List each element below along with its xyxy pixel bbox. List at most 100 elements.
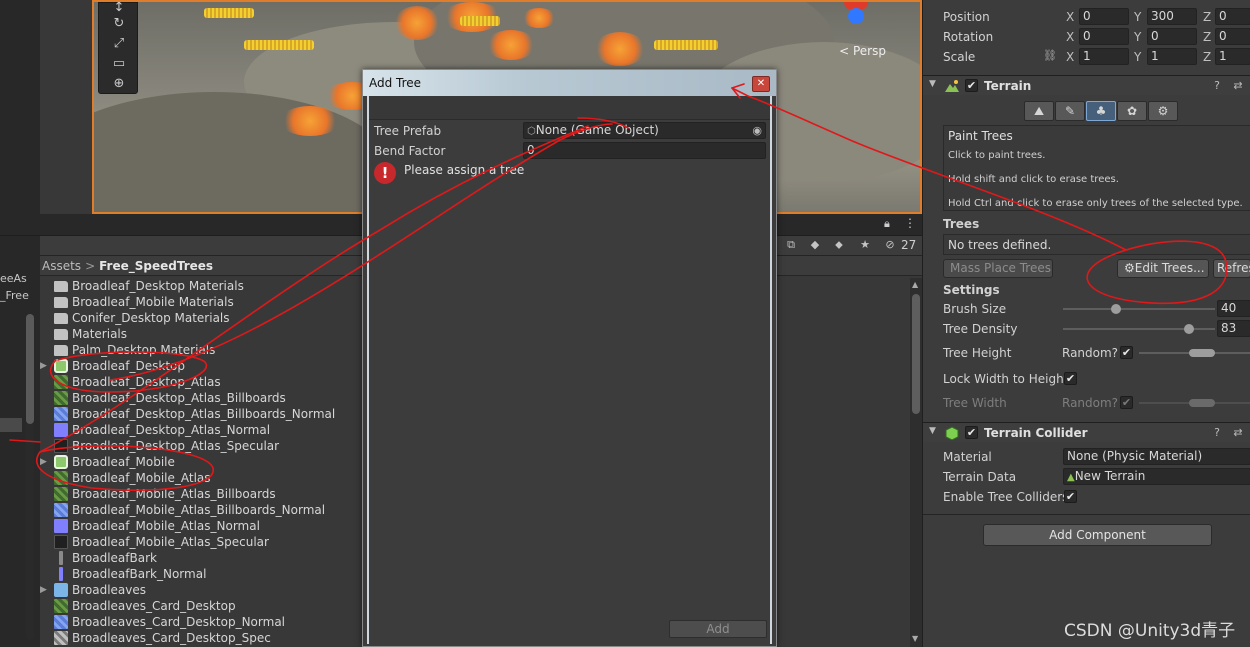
asset-name: Broadleaf_Mobile_Atlas_Billboards: [72, 487, 276, 501]
asset-name: Palm_Desktop Materials: [72, 343, 216, 357]
expand-arrow-icon[interactable]: ▶: [40, 454, 50, 470]
scroll-down-icon[interactable]: ▼: [912, 634, 918, 643]
filter-type-icon[interactable]: ◆: [808, 238, 822, 252]
asset-name: Broadleaf_Mobile_Atlas: [72, 471, 211, 485]
texture-icon: [59, 551, 63, 565]
rect-tool-icon[interactable]: ▭: [108, 55, 130, 73]
tree-width-random-label: Random?: [1062, 396, 1119, 410]
favorite-star-icon[interactable]: ★: [858, 238, 872, 252]
paint-details-tool[interactable]: ✿: [1117, 101, 1147, 121]
material-field[interactable]: None (Physic Material): [1063, 448, 1250, 465]
label-icon[interactable]: ⬥: [832, 238, 846, 252]
paint-trees-tool[interactable]: ♣: [1086, 101, 1116, 121]
breadcrumb-assets[interactable]: Assets: [42, 259, 81, 273]
paint-texture-tool[interactable]: ✎: [1055, 101, 1085, 121]
scroll-up-icon[interactable]: ▲: [912, 280, 918, 289]
trees-section-label: Trees: [943, 217, 980, 231]
scale-y-field[interactable]: 1: [1147, 48, 1197, 65]
scale-tool-icon[interactable]: ⤢: [108, 35, 130, 53]
hidden-packages-icon[interactable]: ⊘: [882, 238, 898, 252]
asset-name: BroadleafBark: [72, 551, 157, 565]
rotation-y-field[interactable]: 0: [1147, 28, 1197, 45]
terrain-component-header[interactable]: ▼ ✔ Terrain ? ⇄: [923, 75, 1250, 95]
folder-icon: [54, 297, 68, 308]
axis-y-label: Y: [1134, 10, 1142, 24]
transform-tool-icon[interactable]: ⊕: [108, 75, 130, 93]
scrollbar-thumb[interactable]: [912, 294, 920, 414]
dialog-body: Tree Prefab ⬡None (Game Object) ◉ Bend F…: [367, 96, 772, 644]
position-x-field[interactable]: 0: [1079, 8, 1129, 25]
close-icon[interactable]: ✕: [752, 76, 770, 92]
add-button[interactable]: Add: [669, 620, 767, 638]
tree-prefab-field[interactable]: ⬡None (Game Object) ◉: [523, 122, 766, 139]
help-icon[interactable]: ?: [1211, 426, 1223, 440]
asset-name: Broadleaf_Desktop_Atlas_Specular: [72, 439, 280, 453]
add-component-button[interactable]: Add Component: [983, 524, 1212, 546]
tree-height-label: Tree Height: [943, 346, 1012, 360]
rotation-z-field[interactable]: 0: [1215, 28, 1250, 45]
expand-arrow-icon[interactable]: ▶: [40, 582, 50, 598]
rotation-x-field[interactable]: 0: [1079, 28, 1129, 45]
brush-size-label: Brush Size: [943, 302, 1007, 316]
terrain-collider-header[interactable]: ▼ ✔ Terrain Collider ? ⇄: [923, 422, 1250, 442]
scale-x-field[interactable]: 1: [1079, 48, 1129, 65]
position-y-field[interactable]: 300: [1147, 8, 1197, 25]
sync-icon[interactable]: ⧉: [784, 238, 798, 252]
trees-list-box: No trees defined.: [943, 234, 1250, 255]
scale-z-field[interactable]: 1: [1215, 48, 1250, 65]
tree-density-slider-knob[interactable]: [1184, 324, 1195, 334]
brush-size-slider-track[interactable]: [1063, 308, 1215, 310]
asset-list-scrollbar[interactable]: ▲ ▼: [910, 278, 922, 647]
bend-factor-field[interactable]: 0: [523, 142, 766, 159]
position-z-field[interactable]: 0: [1215, 8, 1250, 25]
tree-height-random-checkbox[interactable]: ✔: [1120, 346, 1133, 359]
tree-height-range-handle[interactable]: [1189, 349, 1215, 357]
tree-density-field[interactable]: 83: [1217, 320, 1250, 337]
brush-size-field[interactable]: 40: [1217, 300, 1250, 317]
grass-patch: [204, 8, 254, 18]
scene-tools-overlay: ↕ ↻ ⤢ ▭ ⊕: [98, 2, 138, 94]
orientation-gizmo[interactable]: [844, 2, 868, 28]
enable-tree-colliders-checkbox[interactable]: ✔: [1064, 490, 1077, 503]
asset-name: Broadleaf_Desktop Materials: [72, 279, 244, 293]
preset-icon[interactable]: ⇄: [1232, 79, 1244, 93]
foldout-arrow-icon[interactable]: ▼: [929, 79, 936, 89]
bend-factor-label: Bend Factor: [374, 144, 446, 158]
paint-trees-help: Paint Trees Click to paint trees. Hold s…: [943, 125, 1250, 211]
folder-icon: [54, 329, 68, 340]
asset-name: Materials: [72, 327, 128, 341]
dialog-titlebar[interactable]: Add Tree ✕: [363, 70, 776, 96]
mass-place-trees-button[interactable]: Mass Place Trees: [943, 259, 1053, 278]
scrollbar-thumb[interactable]: [26, 314, 34, 424]
prefab-icon: [54, 359, 68, 373]
asset-name: Broadleaf_Mobile_Atlas_Specular: [72, 535, 269, 549]
preset-icon[interactable]: ⇄: [1232, 426, 1244, 440]
breadcrumb-folder[interactable]: Free_SpeedTrees: [99, 259, 213, 273]
edit-trees-button[interactable]: ⚙Edit Trees...: [1117, 259, 1209, 278]
raise-terrain-icon: ⛰︎: [1033, 104, 1045, 118]
terrain-collider-enabled-checkbox[interactable]: ✔: [965, 426, 978, 439]
rotate-tool-icon[interactable]: ↻: [108, 15, 130, 33]
more-options-icon[interactable]: ⋮: [904, 216, 916, 230]
position-label: Position: [943, 10, 990, 24]
texture-icon: [54, 407, 68, 421]
refresh-button[interactable]: Refresh: [1213, 259, 1250, 278]
lock-width-checkbox[interactable]: ✔: [1064, 372, 1077, 385]
terrain-data-value: New Terrain: [1074, 469, 1146, 483]
lock-icon[interactable]: 🔒︎: [884, 217, 890, 231]
terrain-settings-tool[interactable]: ⚙: [1148, 101, 1178, 121]
tree-width-random-checkbox: ✔: [1120, 396, 1133, 409]
hierarchy-scrollbar[interactable]: [26, 314, 34, 640]
terrain-data-field[interactable]: ▲New Terrain: [1063, 468, 1250, 485]
raise-terrain-tool[interactable]: ⛰︎: [1024, 101, 1054, 121]
help-icon[interactable]: ?: [1211, 79, 1223, 93]
perspective-label[interactable]: < Persp: [839, 44, 886, 58]
brush-size-slider-knob[interactable]: [1111, 304, 1122, 314]
texture-icon: [54, 535, 68, 549]
expand-arrow-icon[interactable]: ▶: [40, 358, 50, 374]
texture-icon: [54, 599, 68, 613]
terrain-enabled-checkbox[interactable]: ✔: [965, 79, 978, 92]
object-picker-icon[interactable]: ◉: [752, 123, 762, 138]
foldout-arrow-icon[interactable]: ▼: [929, 426, 936, 436]
constrain-scale-icon[interactable]: ⛓︎: [1043, 49, 1057, 62]
